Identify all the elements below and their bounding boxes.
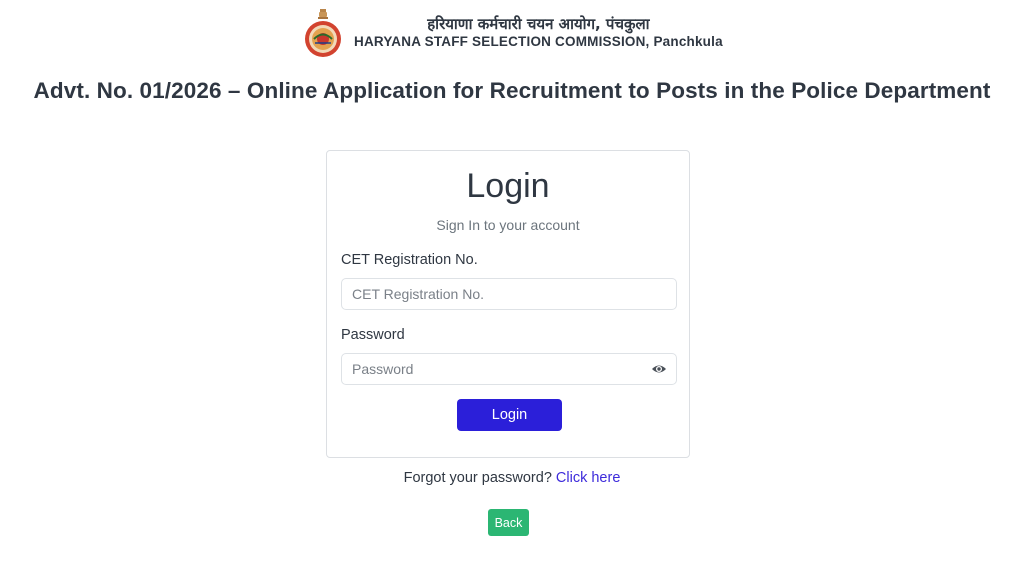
- commission-name-hindi: हरियाणा कर्मचारी चयन आयोग, पंचकुला: [427, 15, 650, 34]
- forgot-password-row: Forgot your password? Click here: [0, 470, 1024, 486]
- login-button[interactable]: Login: [457, 399, 562, 431]
- login-page: हरियाणा कर्मचारी चयन आयोग, पंचकुला HARYA…: [0, 0, 1024, 576]
- cet-registration-label: CET Registration No.: [341, 252, 478, 268]
- commission-name-english: HARYANA STAFF SELECTION COMMISSION, Panc…: [354, 33, 723, 49]
- haryana-emblem-icon: [305, 9, 341, 57]
- forgot-password-link[interactable]: Click here: [556, 470, 620, 486]
- login-card: Login Sign In to your account CET Regist…: [326, 150, 690, 458]
- header: हरियाणा कर्मचारी चयन आयोग, पंचकुला HARYA…: [302, 8, 723, 58]
- eye-icon[interactable]: [651, 362, 667, 376]
- cet-registration-input[interactable]: [341, 278, 677, 310]
- password-input[interactable]: [341, 353, 677, 385]
- login-card-title: Login: [466, 167, 550, 205]
- back-button[interactable]: Back: [488, 509, 529, 536]
- login-card-subtitle: Sign In to your account: [436, 217, 580, 233]
- password-label: Password: [341, 327, 405, 343]
- page-title: Advt. No. 01/2026 – Online Application f…: [33, 78, 991, 103]
- forgot-password-text: Forgot your password?: [403, 470, 556, 486]
